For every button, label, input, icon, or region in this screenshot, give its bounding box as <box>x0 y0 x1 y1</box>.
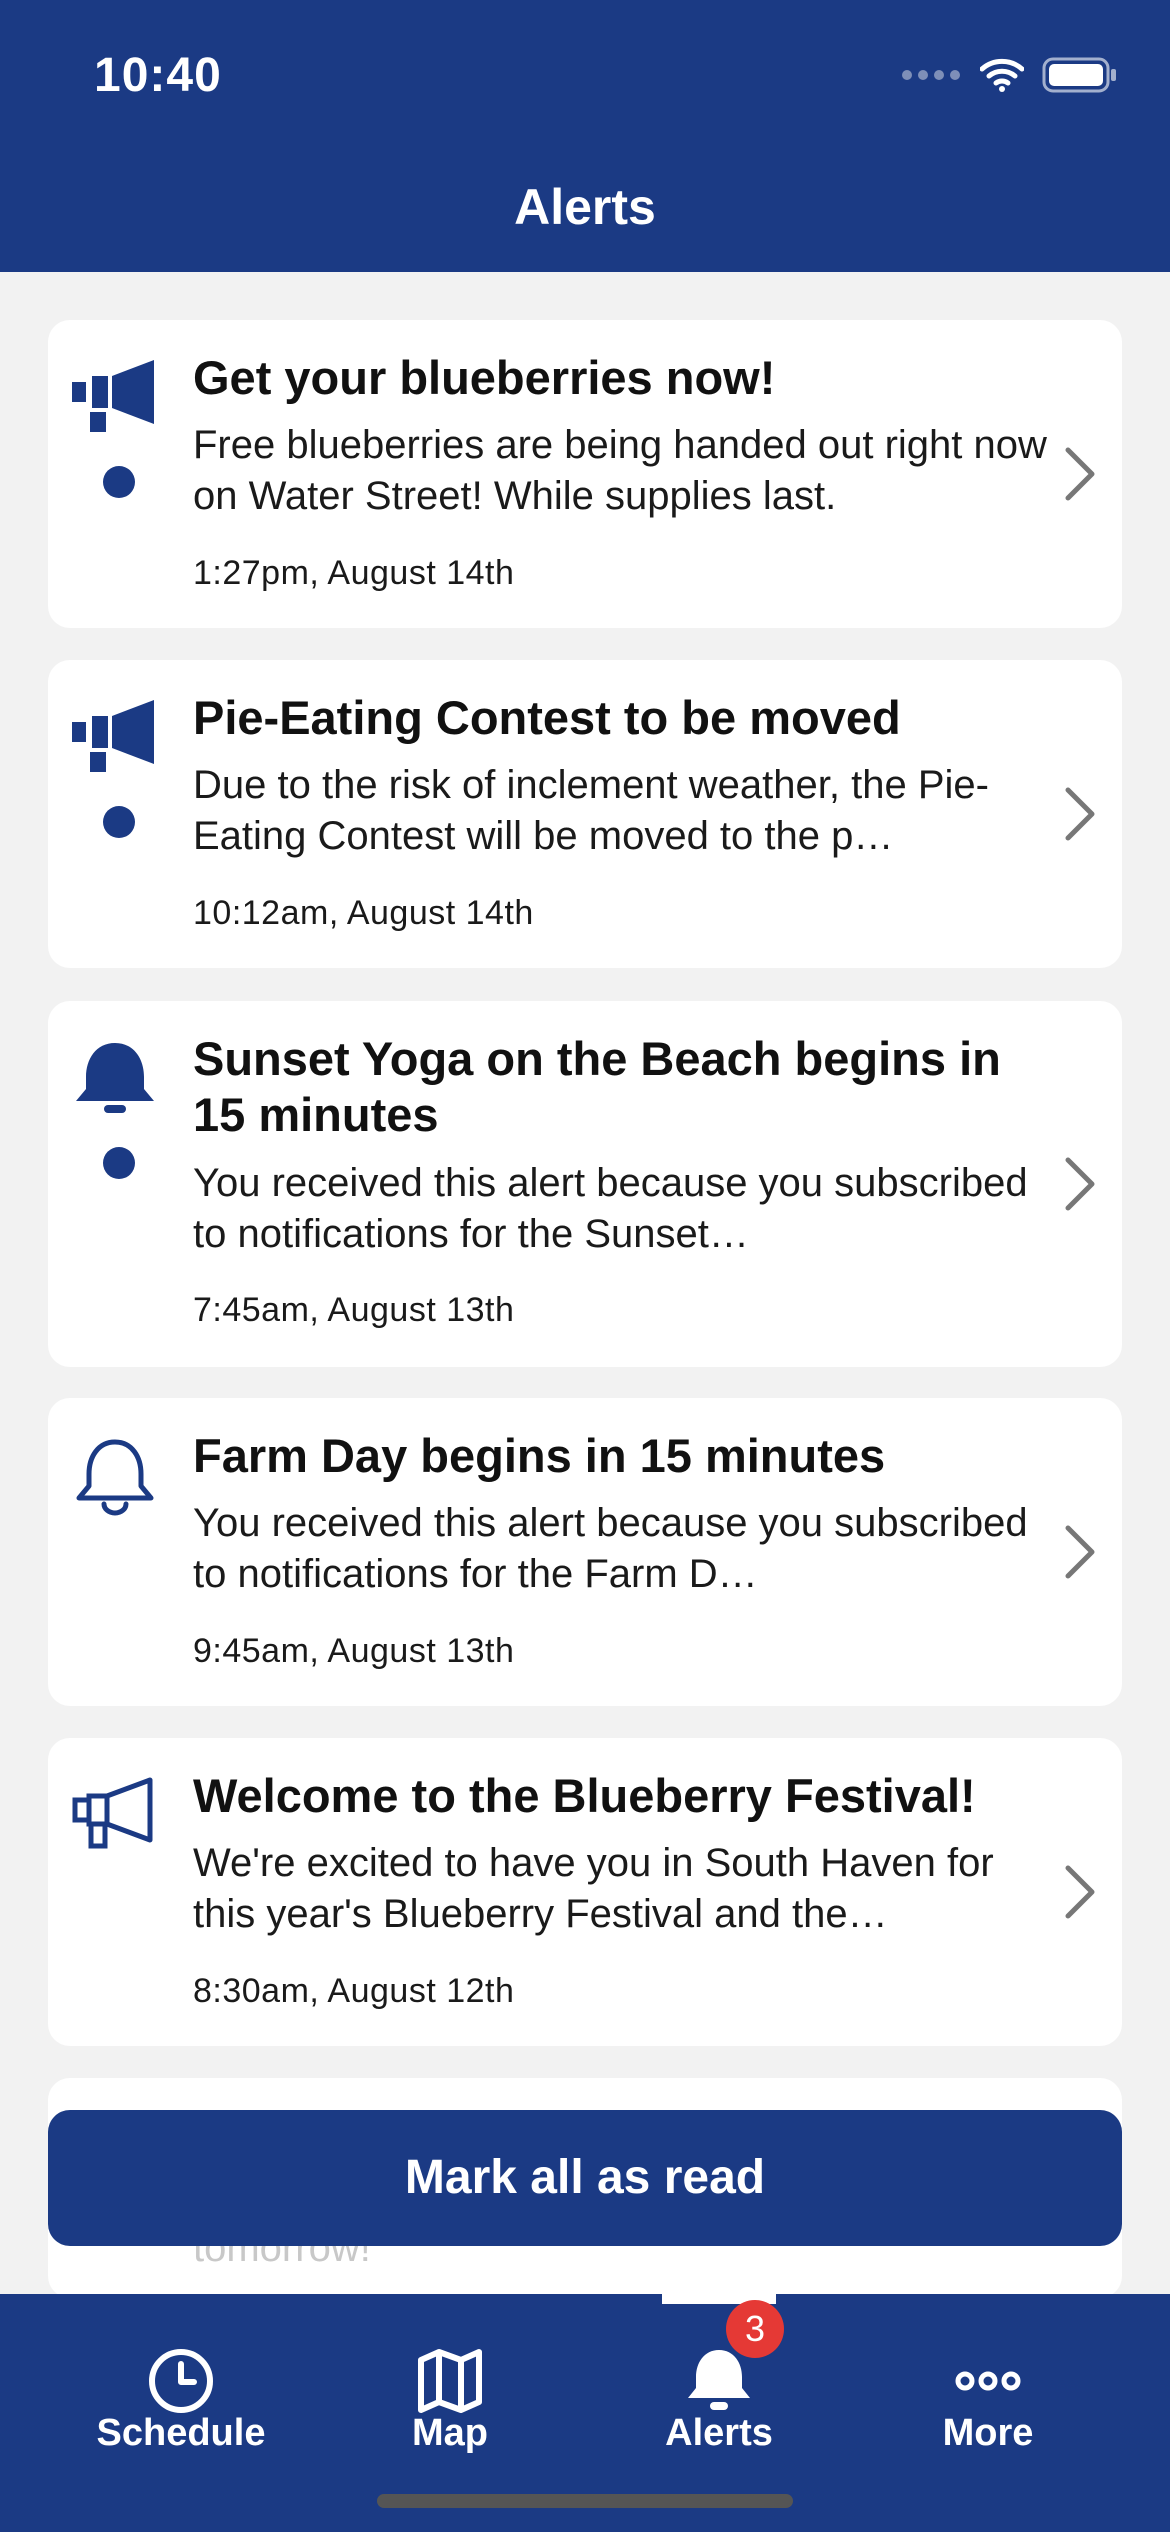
chevron-right-icon <box>1065 1157 1095 1211</box>
unread-dot <box>103 466 135 498</box>
alert-card[interactable]: Get your blueberries now! Free blueberri… <box>48 320 1122 628</box>
status-time: 10:40 <box>94 49 222 102</box>
map-icon <box>418 2349 482 2413</box>
alert-body: We're excited to have you in South Haven… <box>193 1841 994 1936</box>
alert-time: 1:27pm, August 14th <box>193 554 515 592</box>
tab-label: Map <box>412 2412 488 2454</box>
tab-label: More <box>942 2412 1034 2454</box>
unread-dot <box>103 1147 135 1179</box>
bell-outline-icon <box>76 1439 154 1516</box>
clock-icon <box>149 2349 213 2413</box>
alert-body: You received this alert because you subs… <box>193 1501 1028 1596</box>
wifi-icon <box>980 58 1024 92</box>
alerts-badge: 3 <box>726 2300 784 2358</box>
alert-card[interactable]: Sunset Yoga on the Beach begins in 15 mi… <box>48 1001 1122 1367</box>
page-title: Alerts <box>514 179 656 235</box>
alert-card[interactable]: Welcome to the Blueberry Festival! We're… <box>48 1738 1122 2046</box>
header: 10:40 Alerts <box>0 0 1170 272</box>
chevron-right-icon <box>1065 1865 1095 1919</box>
alert-time: 8:30am, August 12th <box>193 1972 515 2010</box>
battery-icon <box>1042 57 1116 93</box>
alert-time: 7:45am, August 13th <box>193 1291 515 1329</box>
alert-card[interactable]: Pie-Eating Contest to be moved Due to th… <box>48 660 1122 968</box>
more-dots-icon <box>955 2371 1021 2391</box>
megaphone-filled-icon <box>72 700 154 772</box>
home-indicator <box>377 2494 793 2508</box>
alert-title: Welcome to the Blueberry Festival! <box>193 1769 976 1822</box>
tab-label: Alerts <box>665 2412 773 2454</box>
chevron-right-icon <box>1065 1525 1095 1579</box>
chevron-right-icon <box>1065 787 1095 841</box>
megaphone-filled-icon <box>72 360 154 432</box>
mark-all-read-button[interactable]: Mark all as read <box>48 2110 1122 2246</box>
bell-icon <box>688 2350 750 2410</box>
alert-title: Farm Day begins in 15 minutes <box>193 1429 886 1482</box>
alert-time: 9:45am, August 13th <box>193 1632 515 1670</box>
tab-more[interactable]: More <box>853 2294 1123 2474</box>
tab-map[interactable]: Map <box>315 2294 585 2474</box>
alert-time: 10:12am, August 14th <box>193 894 534 932</box>
unread-dot <box>103 806 135 838</box>
status-icons <box>902 52 1118 98</box>
tab-schedule[interactable]: Schedule <box>46 2294 316 2474</box>
bell-filled-icon <box>76 1043 154 1113</box>
alert-body: Due to the risk of inclement weather, th… <box>193 763 989 858</box>
signal-icon <box>902 70 960 80</box>
alert-body: Free blueberries are being handed out ri… <box>193 423 1047 518</box>
alert-title: Pie-Eating Contest to be moved <box>193 691 901 744</box>
megaphone-outline-icon <box>72 1777 153 1849</box>
tab-alerts[interactable]: Alerts <box>584 2294 854 2474</box>
tab-label: Schedule <box>96 2412 266 2454</box>
chevron-right-icon <box>1065 447 1095 501</box>
alert-title: Sunset Yoga on the Beach begins in 15 mi… <box>193 1032 1001 1141</box>
alert-card[interactable]: Farm Day begins in 15 minutes You receiv… <box>48 1398 1122 1706</box>
alert-title: Get your blueberries now! <box>193 351 776 404</box>
alert-body: You received this alert because you subs… <box>193 1161 1028 1256</box>
